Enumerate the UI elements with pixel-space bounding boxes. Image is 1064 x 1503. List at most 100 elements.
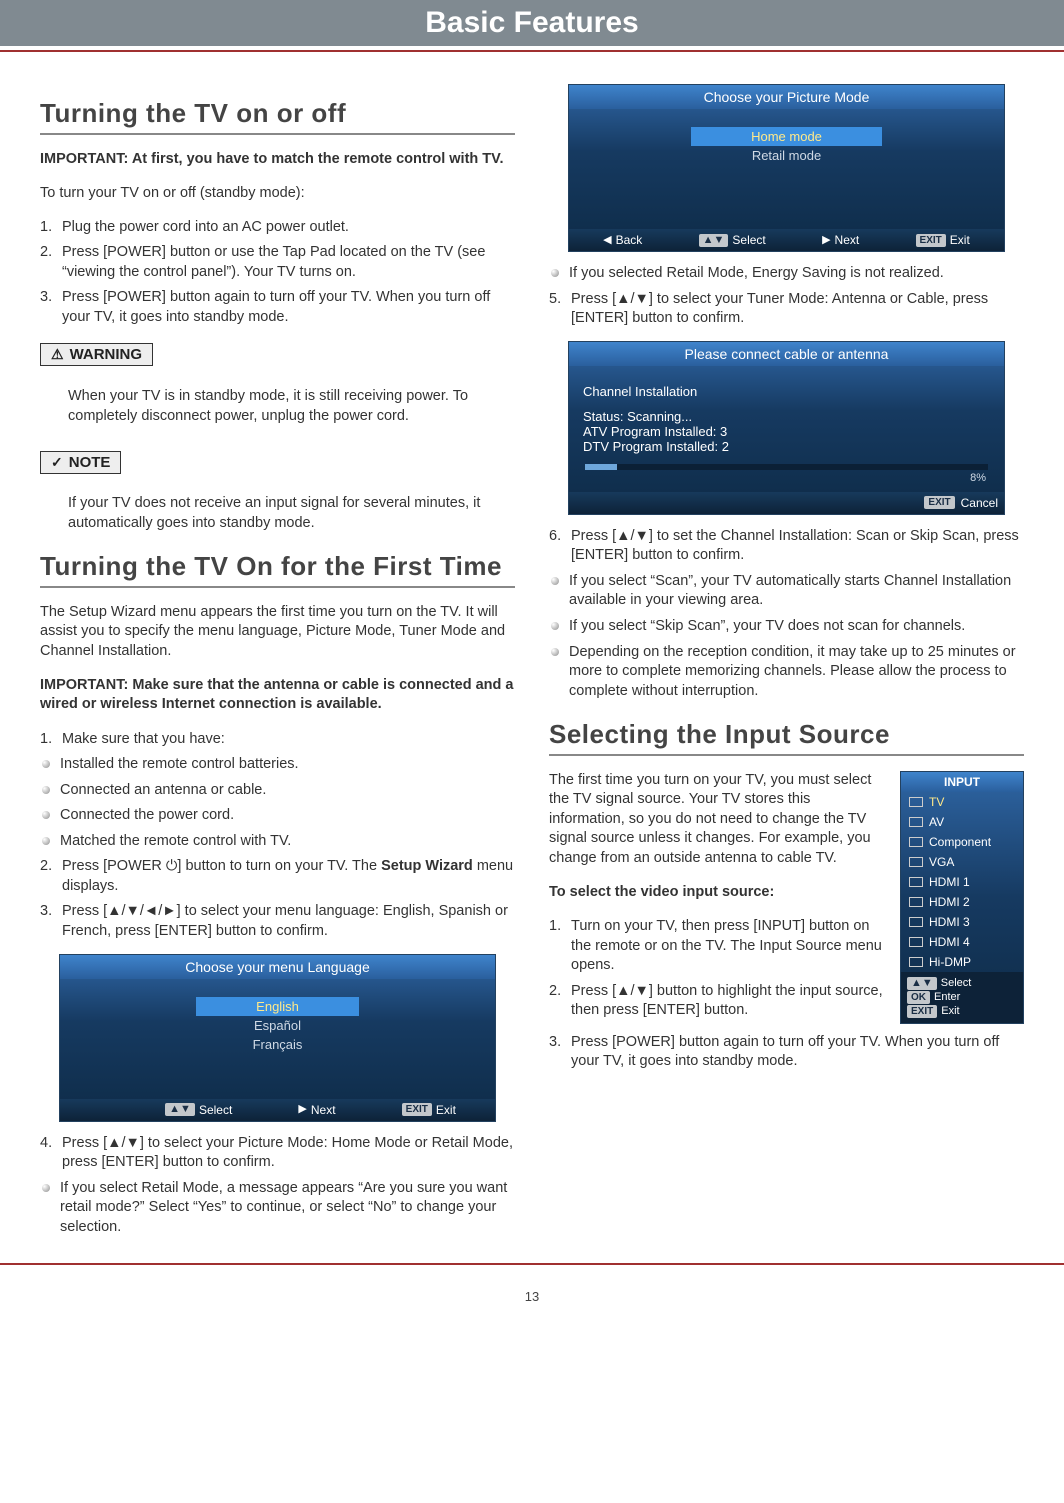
ok-pill-icon: OK [907, 991, 930, 1004]
footer-exit: Exit [950, 233, 970, 247]
osd-language: Choose your menu Language English Españo… [59, 954, 496, 1122]
section-title-1: Turning the TV on or off [40, 98, 515, 129]
note-text: If your TV does not receive an input sig… [68, 494, 515, 533]
step-text: Plug the power cord into an AC power out… [62, 218, 349, 238]
steps-turn-on-off: 1. Plug the power cord into an AC power o… [40, 218, 515, 328]
right-icon: ▶ [298, 1104, 306, 1115]
note-label: ✓ NOTE [40, 451, 121, 474]
step-text: Press [POWER] button again to turn off y… [62, 288, 515, 327]
progress-label: 8% [583, 472, 990, 484]
input-item-hdmi2[interactable]: HDMI 2 [901, 892, 1023, 912]
divider [40, 586, 515, 588]
hdmi-icon [909, 877, 923, 887]
warning-text: When your TV is in standby mode, it is s… [68, 387, 515, 426]
osd-heading: Channel Installation [583, 384, 990, 399]
s2-para1: The Setup Wizard menu appears the first … [40, 603, 515, 662]
step-num: 3. [549, 1033, 565, 1072]
osd-picture-mode: Choose your Picture Mode Home mode Retai… [568, 84, 1005, 252]
step-text: Press [▲/▼/◄/►] to select your menu lang… [62, 902, 515, 941]
step-num: 1. [549, 917, 565, 976]
osd-line: ATV Program Installed: 3 [583, 424, 990, 439]
osd-option[interactable]: Español [74, 1016, 481, 1035]
updown-icon: ▲▼ [165, 1103, 195, 1116]
exit-pill-icon: EXIT [402, 1103, 432, 1116]
list-item: Depending on the reception condition, it… [549, 643, 1024, 702]
tv-icon [909, 797, 923, 807]
step-num: 3. [40, 902, 56, 941]
divider [549, 754, 1024, 756]
hdmi-icon [909, 897, 923, 907]
input-item-hidmp[interactable]: Hi-DMP [901, 952, 1023, 972]
input-item-hdmi3[interactable]: HDMI 3 [901, 912, 1023, 932]
step-num: 1. [40, 730, 56, 750]
footer-next: Next [835, 233, 860, 247]
step-num: 2. [40, 857, 56, 896]
step-num: 6. [549, 527, 565, 566]
input-source-menu: INPUT TV AV Component VGA HDMI 1 HDMI 2 … [900, 771, 1024, 1024]
divider [40, 133, 515, 135]
input-item-vga[interactable]: VGA [901, 852, 1023, 872]
list-item: Installed the remote control batteries. [40, 755, 515, 775]
step-text: Press [▲/▼] to select your Tuner Mode: A… [571, 290, 1024, 329]
osd-title: Choose your Picture Mode [569, 85, 1004, 109]
osd-line: DTV Program Installed: 2 [583, 439, 990, 454]
intro-1: To turn your TV on or off (standby mode)… [40, 184, 515, 204]
hdmi-icon [909, 917, 923, 927]
updown-icon: ▲▼ [699, 234, 729, 247]
step-num: 3. [40, 288, 56, 327]
warning-label: ⚠ WARNING [40, 343, 153, 366]
step-text: Press [POWER ⏻] button to turn on your T… [62, 857, 515, 896]
page-number: 13 [40, 1285, 1024, 1304]
list-item: If you select Retail Mode, a message app… [40, 1179, 515, 1238]
step-num: 1. [40, 218, 56, 238]
footer-cancel: Cancel [961, 496, 998, 510]
osd-option-selected[interactable]: Home mode [691, 127, 882, 146]
footer-select: Select [732, 233, 765, 247]
step-num: 5. [549, 290, 565, 329]
list-item: If you selected Retail Mode, Energy Savi… [549, 264, 1024, 284]
input-menu-title: INPUT [901, 772, 1023, 792]
osd-option[interactable]: Retail mode [583, 146, 990, 165]
osd-title: Choose your menu Language [60, 955, 495, 979]
av-icon [909, 817, 923, 827]
footer-back: Back [616, 233, 643, 247]
footer-next: Next [311, 1103, 336, 1117]
input-item-hdmi4[interactable]: HDMI 4 [901, 932, 1023, 952]
osd-title: Please connect cable or antenna [569, 342, 1004, 366]
check-icon: ✓ [51, 454, 63, 471]
component-icon [909, 837, 923, 847]
list-item: If you select “Skip Scan”, your TV does … [549, 617, 1024, 637]
step-num: 2. [549, 982, 565, 1021]
warning-label-text: WARNING [70, 346, 143, 363]
list-item: Connected an antenna or cable. [40, 781, 515, 801]
important-1: IMPORTANT: At first, you have to match t… [40, 150, 515, 170]
exit-pill-icon: EXIT [924, 496, 954, 509]
list-item: Matched the remote control with TV. [40, 832, 515, 852]
input-item-tv[interactable]: TV [901, 792, 1023, 812]
input-item-av[interactable]: AV [901, 812, 1023, 832]
input-item-hdmi1[interactable]: HDMI 1 [901, 872, 1023, 892]
vga-icon [909, 857, 923, 867]
step-text: Make sure that you have: [62, 730, 225, 750]
osd-option[interactable]: Français [74, 1035, 481, 1054]
osd-channel-install: Please connect cable or antenna Channel … [568, 341, 1005, 515]
footer-select: Select [941, 977, 972, 989]
step-num: 4. [40, 1134, 56, 1173]
s2-important: IMPORTANT: Make sure that the antenna or… [40, 676, 515, 715]
footer-exit: Exit [941, 1005, 959, 1017]
step-text: Press [▲/▼] to set the Channel Installat… [571, 527, 1024, 566]
input-item-component[interactable]: Component [901, 832, 1023, 852]
exit-pill-icon: EXIT [916, 234, 946, 247]
section-title-2: Turning the TV On for the First Time [40, 551, 515, 582]
left-icon: ◀ [603, 235, 611, 246]
step-text: Press [▲/▼] button to highlight the inpu… [571, 982, 890, 1021]
osd-option-selected[interactable]: English [196, 997, 359, 1016]
step-num: 2. [40, 243, 56, 282]
page-banner: Basic Features [0, 0, 1064, 46]
step-text: Press [▲/▼] to select your Picture Mode:… [62, 1134, 515, 1173]
progress-bar [585, 464, 988, 470]
warning-icon: ⚠ [51, 346, 64, 363]
footer-enter: Enter [934, 991, 960, 1003]
list-item: If you select “Scan”, your TV automatica… [549, 572, 1024, 611]
osd-line: Status: Scanning... [583, 409, 990, 424]
